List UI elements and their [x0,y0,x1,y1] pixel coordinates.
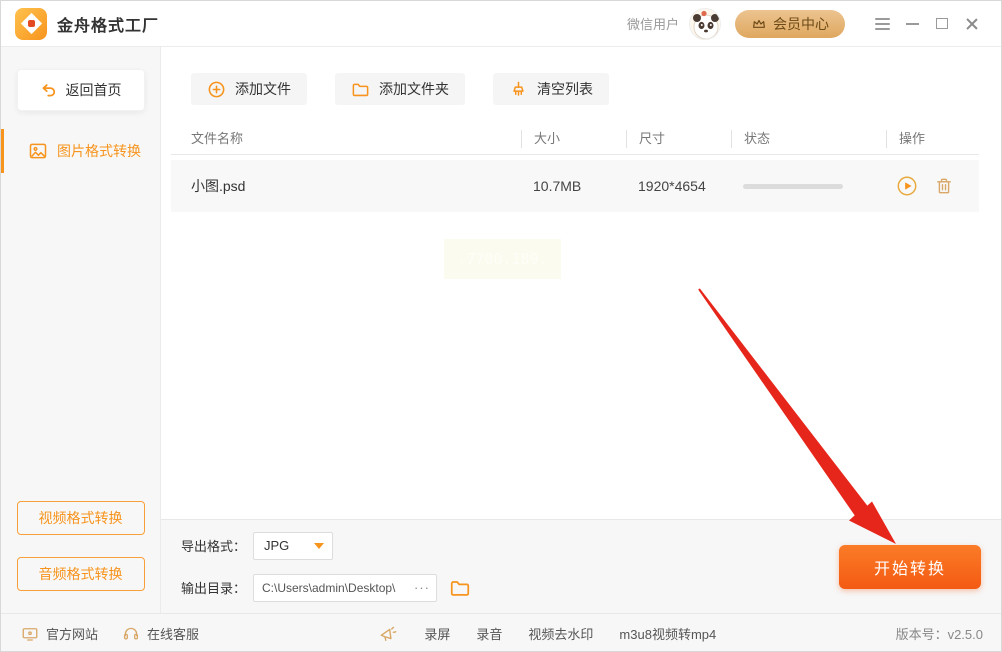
output-path-value: C:\Users\admin\Desktop\ [262,580,396,595]
back-arrow-icon [41,84,55,97]
format-select[interactable]: JPG [253,531,333,560]
toolbar: 添加文件 添加文件夹 清空列表 [171,47,979,105]
sidebar: 返回首页 图片格式转换 视频格式转换 音频格式转换 [1,47,161,613]
online-support-link[interactable]: 在线客服 [122,624,199,643]
col-filename: 文件名称 [191,130,244,146]
output-path-field[interactable]: C:\Users\admin\Desktop\ ··· [253,573,437,602]
chevron-down-icon [314,542,324,549]
app-logo-icon [15,7,47,40]
col-status: 状态 [731,129,886,148]
version-label: 版本号：v2.5.0 [895,627,983,642]
sidebar-video-convert-button[interactable]: 视频格式转换 [16,501,145,535]
play-circle-icon [897,176,917,196]
table-row: 小图.psd 10.7MB 1920*4654 [171,160,979,212]
shortcut-m3u8-convert[interactable]: m3u8视频转mp4 [619,624,716,643]
official-site-link[interactable]: 官方网站 [21,624,98,643]
member-center-label: 会员中心 [773,15,829,32]
sidebar-audio-convert-button[interactable]: 音频格式转换 [16,557,145,591]
crown-icon [753,19,765,28]
official-site-label: 官方网站 [46,627,99,642]
hamburger-icon [874,17,890,30]
folder-icon [450,580,470,596]
back-home-label: 返回首页 [65,82,122,98]
content-area: 添加文件 添加文件夹 清空列表 文件名称 大小 尺寸 状态 操作 小图.psd … [161,47,1001,519]
footer: 官方网站 在线客服 录屏 录音 视频去水印 m3u8视频转mp4 版本号：v2.… [1,613,1001,651]
export-format-label: 导出格式： [181,539,247,554]
online-support-label: 在线客服 [147,627,200,642]
shortcut-screen-record[interactable]: 录屏 [424,624,450,643]
image-icon [29,143,47,159]
maximize-button[interactable] [927,9,957,39]
monitor-icon [22,627,38,641]
file-size: 10.7MB [533,178,582,194]
col-actions: 操作 [886,129,979,148]
file-table: 文件名称 大小 尺寸 状态 操作 小图.psd 10.7MB 1920*4654 [171,123,979,212]
add-file-label: 添加文件 [235,81,291,97]
start-convert-button[interactable]: 开始转换 [839,544,981,589]
table-header: 文件名称 大小 尺寸 状态 操作 [171,123,979,155]
shortcut-audio-record[interactable]: 录音 [476,624,502,643]
minimize-button[interactable] [897,9,927,39]
export-panel: 导出格式： JPG 输出目录： C:\Users\admin\Desktop\ … [161,519,1001,613]
panda-avatar-icon [693,10,719,39]
delete-row-button[interactable] [934,176,954,196]
output-dir-label: 输出目录： [181,581,247,596]
close-button[interactable] [957,9,987,39]
add-folder-icon [352,83,369,96]
plus-circle-icon [208,81,225,97]
broom-icon [513,81,524,96]
member-center-button[interactable]: 会员中心 [735,9,845,38]
file-status [731,183,886,189]
user-avatar[interactable] [689,7,721,40]
user-name-label: 微信用户 [626,17,679,32]
clear-list-button[interactable]: 清空列表 [493,73,609,105]
format-select-value: JPG [264,538,290,553]
file-name: 小图.psd [191,178,246,194]
titlebar: 金舟格式工厂 微信用户 会员中心 [1,1,1001,47]
browse-button[interactable]: ··· [414,580,430,595]
sidebar-item-label: 图片格式转换 [57,143,141,159]
add-folder-label: 添加文件夹 [379,81,449,97]
col-size: 大小 [521,129,626,148]
sidebar-item-image-convert[interactable]: 图片格式转换 [1,129,160,173]
menu-button[interactable] [867,9,897,39]
close-icon [965,17,979,31]
headset-icon [123,627,139,640]
progress-bar [743,183,843,189]
minimize-icon [905,22,919,25]
app-window: 金舟格式工厂 微信用户 会员中心 返回首页 图片格式转换 视频格式转换 音频格式… [0,0,1002,652]
back-home-button[interactable]: 返回首页 [16,69,145,111]
shortcut-video-watermark[interactable]: 视频去水印 [528,624,593,643]
add-folder-button[interactable]: 添加文件夹 [335,73,465,105]
add-file-button[interactable]: 添加文件 [191,73,307,105]
file-dimensions: 1920*4654 [638,178,706,194]
col-dimensions: 尺寸 [626,129,731,148]
watermark: .7700.189. [444,239,561,279]
trash-icon [937,178,951,194]
app-title: 金舟格式工厂 [57,17,160,35]
clear-list-label: 清空列表 [537,81,593,97]
megaphone-icon [381,626,397,641]
open-output-folder-button[interactable] [449,577,471,599]
convert-row-button[interactable] [896,175,918,197]
maximize-icon [936,18,948,29]
